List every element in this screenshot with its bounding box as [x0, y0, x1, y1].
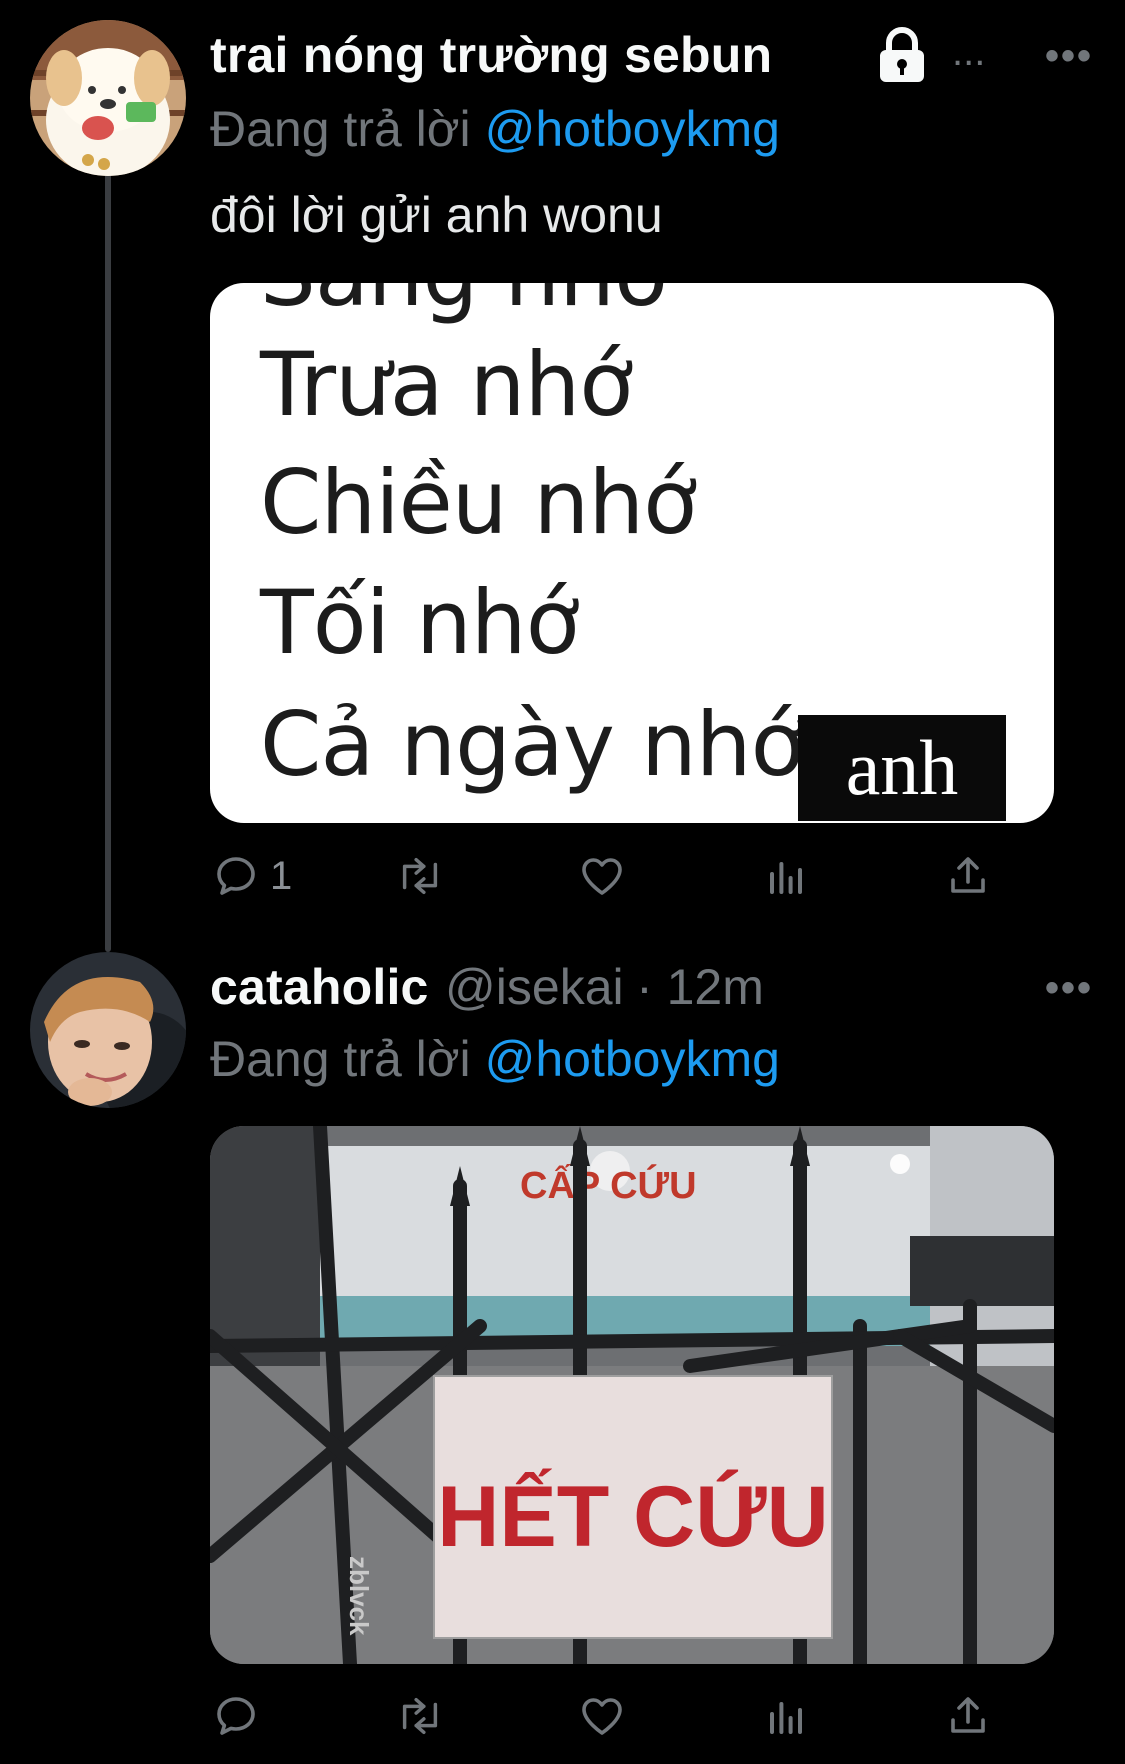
poem-line-4: Tối nhớ [260, 571, 579, 674]
share-icon [951, 1697, 985, 1733]
retweet-button[interactable] [395, 852, 445, 900]
user-handle[interactable]: @isekai [445, 959, 624, 1015]
poem-line-5: Cả ngày nhớ [260, 693, 804, 796]
dog-cartoon-avatar [30, 20, 186, 176]
timestamp[interactable]: · 12m [636, 959, 764, 1015]
views-icon [770, 1702, 802, 1734]
tweet2-header: cataholic @isekai · 12m [210, 958, 764, 1016]
reply-button[interactable]: 1 [212, 852, 292, 900]
like-icon [582, 858, 622, 895]
replying-to: Đang trả lời @hotboykmg [210, 100, 780, 158]
person-photo-avatar [30, 952, 186, 1108]
reply-count: 1 [270, 853, 293, 898]
share-button[interactable] [944, 852, 992, 900]
tweet-image-photo[interactable]: CẤP CỨU HẾT CỨU zblvck [210, 1126, 1054, 1664]
retweet-icon [402, 857, 438, 895]
more-icon[interactable]: ••• [1045, 966, 1093, 1011]
reply-prefix: Đang trả lời [210, 101, 471, 157]
highlight-word: anh [798, 715, 1006, 821]
like-button[interactable] [578, 1692, 626, 1740]
replying-to: Đang trả lời @hotboykmg [210, 1030, 780, 1088]
thread-line [105, 172, 111, 952]
poem-line-1: Sáng nhớ [260, 283, 668, 326]
reply-mention-link[interactable]: @hotboykmg [485, 101, 780, 157]
image-watermark: zblvck [344, 1556, 374, 1636]
tweet-text: đôi lời gửi anh wonu [210, 187, 663, 243]
sign-top-text: CẤP CỨU [520, 1163, 697, 1207]
avatar-tweet1[interactable] [30, 20, 186, 176]
views-button[interactable] [762, 852, 810, 900]
reply-mention-link[interactable]: @hotboykmg [485, 1031, 780, 1087]
like-icon [582, 1698, 622, 1735]
reply-icon [217, 1697, 255, 1735]
reply-icon [217, 857, 255, 895]
share-icon [951, 857, 985, 893]
name-truncation: ... [952, 30, 986, 74]
reply-button[interactable] [212, 1692, 260, 1740]
avatar-tweet2[interactable] [30, 952, 186, 1108]
display-name[interactable]: trai nóng trường sebun [210, 26, 772, 84]
display-name[interactable]: cataholic [210, 959, 429, 1015]
share-button[interactable] [944, 1692, 992, 1740]
like-button[interactable] [578, 852, 626, 900]
poem-line-3: Chiều nhớ [260, 451, 697, 554]
retweet-button[interactable] [395, 1692, 445, 1740]
sign-main-text: HẾT CỨU [437, 1469, 828, 1565]
reply-prefix: Đang trả lời [210, 1031, 471, 1087]
tweet-image-poem[interactable]: Sáng nhớ Trưa nhớ Chiều nhớ Tối nhớ Cả n… [210, 283, 1054, 823]
gate-sign-photo: CẤP CỨU HẾT CỨU zblvck [210, 1126, 1054, 1664]
views-button[interactable] [762, 1692, 810, 1740]
poem-line-2: Trưa nhớ [260, 333, 633, 436]
retweet-icon [402, 1697, 438, 1735]
more-icon[interactable]: ••• [1045, 34, 1093, 79]
views-icon [770, 862, 802, 894]
lock-icon [872, 24, 932, 89]
